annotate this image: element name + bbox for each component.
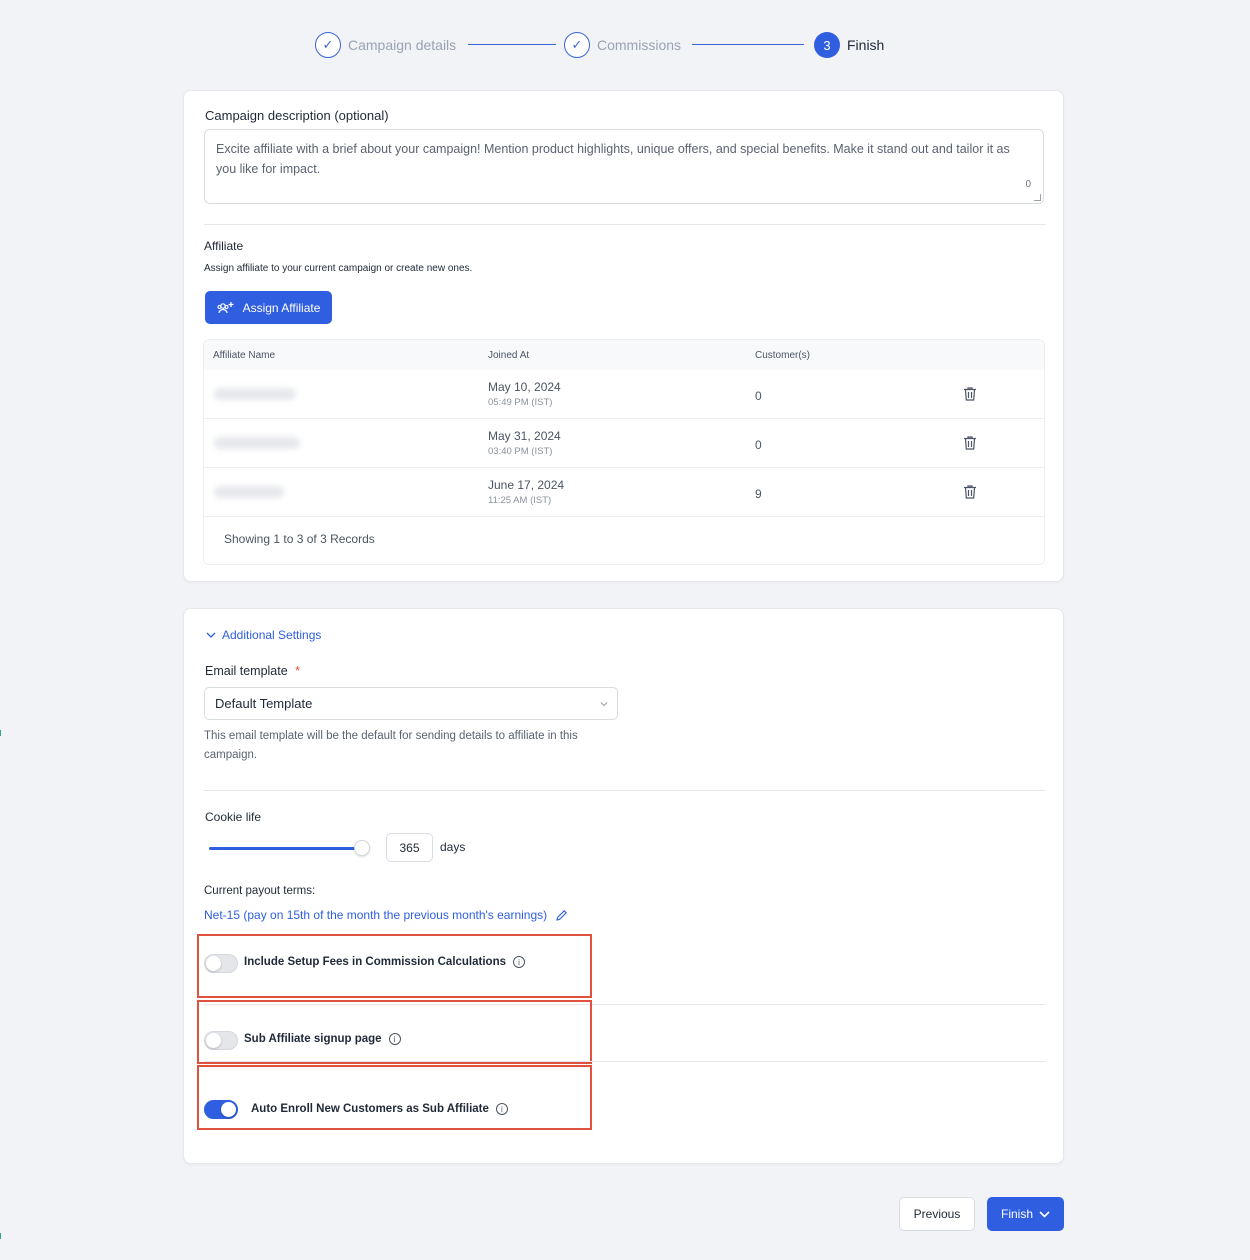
joined-date: May 10, 2024: [488, 380, 561, 394]
joined-time: 05:49 PM (IST): [488, 397, 553, 408]
column-header-affiliate-name: Affiliate Name: [213, 350, 276, 361]
sub-affiliate-signup-text: Sub Affiliate signup page: [244, 1033, 382, 1045]
delete-trash-icon[interactable]: [963, 484, 977, 500]
edge-marker: [0, 1233, 1, 1239]
records-summary: Showing 1 to 3 of 3 Records: [224, 532, 375, 546]
affiliate-name-redacted: [214, 437, 300, 449]
email-template-label-text: Email template: [205, 664, 288, 678]
joined-date: June 17, 2024: [488, 478, 565, 492]
additional-settings-label: Additional Settings: [222, 628, 322, 642]
joined-time: 11:25 AM (IST): [488, 495, 552, 506]
divider: [204, 1061, 1046, 1062]
auto-enroll-text: Auto Enroll New Customers as Sub Affilia…: [251, 1103, 489, 1115]
auto-enroll-toggle[interactable]: [204, 1100, 238, 1119]
campaign-description-textarea[interactable]: Excite affiliate with a brief about your…: [204, 129, 1044, 204]
required-mark: *: [295, 664, 301, 678]
joined-time: 03:40 PM (IST): [488, 446, 553, 457]
cookie-life-slider-thumb[interactable]: [354, 840, 370, 856]
step-commissions[interactable]: ✓ Commissions: [564, 31, 681, 59]
step-label: Campaign details: [348, 37, 457, 53]
column-header-joined-at: Joined At: [488, 350, 530, 361]
table-header: Affiliate Name Joined At Customer(s): [204, 340, 1044, 370]
column-header-customers: Customer(s): [755, 350, 811, 361]
setup-fees-label: Include Setup Fees in Commission Calcula…: [244, 956, 525, 968]
cookie-life-unit: days: [440, 840, 466, 854]
customer-count: 0: [755, 389, 762, 403]
customer-count: 0: [755, 438, 762, 452]
email-template-select[interactable]: Default Template: [204, 687, 618, 720]
info-icon[interactable]: i: [495, 1103, 508, 1115]
wizard-stepper: ✓ Campaign details ✓ Commissions 3 Finis…: [0, 31, 1250, 59]
finish-button[interactable]: Finish: [987, 1197, 1064, 1231]
additional-settings-toggle[interactable]: Additional Settings: [206, 628, 321, 642]
finish-label: Finish: [1000, 1207, 1033, 1221]
payout-terms-value: Net-15 (pay on 15th of the month the pre…: [204, 908, 548, 922]
email-template-help: This email template will be the default …: [204, 730, 578, 761]
cookie-life-input[interactable]: 365: [386, 833, 433, 862]
divider: [204, 790, 1046, 791]
affiliate-name-redacted: [214, 388, 296, 400]
toggle-knob: [206, 1033, 221, 1048]
toggle-knob: [221, 1102, 236, 1117]
setup-fees-toggle[interactable]: [204, 954, 238, 973]
payout-terms-label: Current payout terms:: [204, 885, 316, 897]
step-connector: [692, 44, 804, 45]
edit-pencil-icon[interactable]: [555, 909, 568, 922]
joined-date: May 31, 2024: [488, 429, 561, 443]
step-number: 3: [814, 32, 840, 58]
step-done-check-icon: ✓: [564, 32, 590, 58]
toggle-knob: [206, 956, 221, 971]
delete-trash-icon[interactable]: [963, 386, 977, 402]
affiliate-section-subtitle: Assign affiliate to your current campaig…: [204, 263, 473, 274]
assign-affiliate-label: Assign Affiliate: [242, 300, 321, 315]
delete-trash-icon[interactable]: [963, 435, 977, 451]
step-campaign-details[interactable]: ✓ Campaign details: [315, 31, 456, 59]
description-placeholder: Excite affiliate with a brief about your…: [216, 142, 1010, 176]
campaign-affiliate-card: Campaign description (optional) Excite a…: [183, 90, 1064, 582]
sub-affiliate-signup-label: Sub Affiliate signup page i: [244, 1033, 401, 1045]
affiliate-name-redacted: [214, 486, 284, 498]
auto-enroll-label: Auto Enroll New Customers as Sub Affilia…: [251, 1103, 508, 1115]
sub-affiliate-signup-toggle[interactable]: [204, 1031, 238, 1050]
setup-fees-text: Include Setup Fees in Commission Calcula…: [244, 956, 506, 968]
affiliate-section-title: Affiliate: [204, 239, 244, 253]
resize-handle-icon[interactable]: [1034, 194, 1041, 201]
highlight-box: [197, 1065, 592, 1130]
email-template-value: Default Template: [215, 696, 313, 711]
table-row[interactable]: June 17, 2024 11:25 AM (IST) 9: [204, 468, 1044, 517]
step-label: Finish: [847, 37, 885, 53]
table-row[interactable]: May 31, 2024 03:40 PM (IST) 0: [204, 419, 1044, 468]
additional-settings-card: Additional Settings Email template * Def…: [183, 608, 1064, 1164]
info-icon[interactable]: i: [513, 956, 525, 968]
email-template-label: Email template *: [205, 664, 300, 678]
chevron-down-icon: [600, 702, 608, 707]
payout-terms-link[interactable]: Net-15 (pay on 15th of the month the pre…: [204, 908, 568, 922]
affiliate-table: Affiliate Name Joined At Customer(s) May…: [203, 339, 1045, 565]
highlight-box: [197, 1000, 592, 1064]
customer-count: 9: [755, 487, 762, 501]
step-finish[interactable]: 3 Finish: [814, 31, 884, 59]
divider: [204, 224, 1046, 225]
cookie-life-slider-track[interactable]: [209, 847, 361, 850]
chevron-down-icon: [1039, 1210, 1050, 1218]
table-row[interactable]: May 10, 2024 05:49 PM (IST) 0: [204, 370, 1044, 419]
info-icon[interactable]: i: [388, 1033, 401, 1045]
assign-affiliate-button[interactable]: Assign Affiliate: [205, 291, 332, 324]
character-count: 0: [1025, 179, 1031, 190]
step-done-check-icon: ✓: [315, 32, 341, 58]
add-users-icon: [217, 301, 234, 313]
previous-button[interactable]: Previous: [899, 1197, 975, 1231]
description-label: Campaign description (optional): [205, 108, 389, 123]
step-connector: [468, 44, 556, 45]
cookie-life-label: Cookie life: [205, 810, 262, 824]
step-label: Commissions: [597, 37, 682, 53]
edge-marker: [0, 730, 1, 736]
chevron-down-icon: [206, 632, 216, 638]
